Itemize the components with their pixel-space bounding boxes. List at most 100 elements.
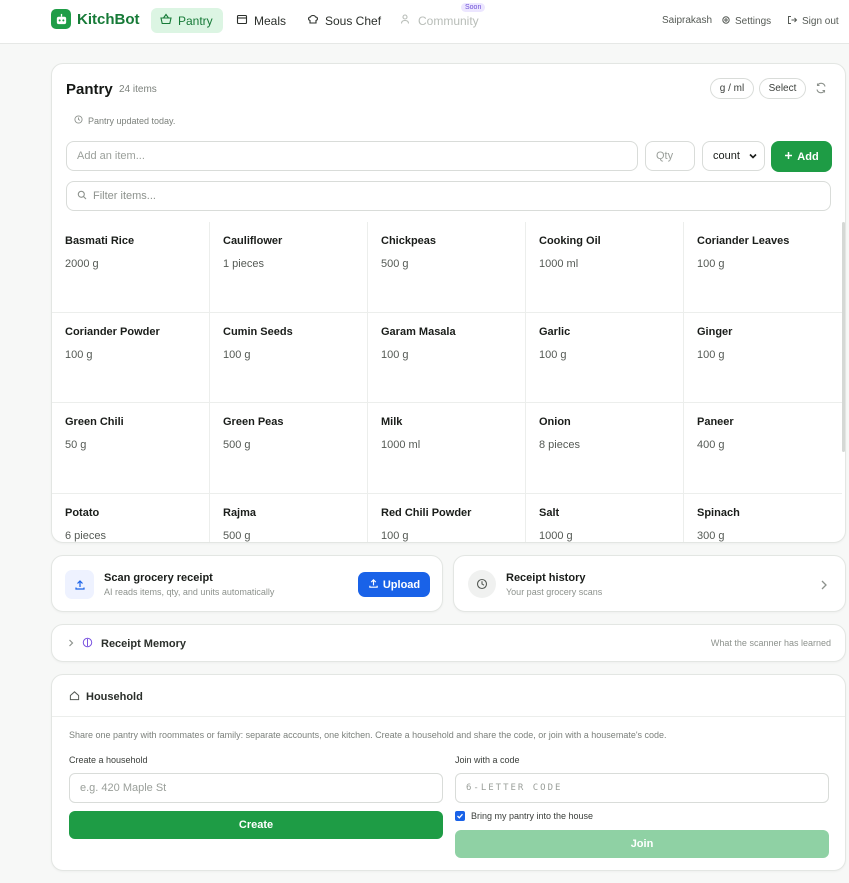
users-icon	[400, 13, 412, 28]
create-button[interactable]: Create	[69, 811, 443, 839]
pantry-item-name: Paneer	[697, 416, 734, 428]
pantry-item-name: Ginger	[697, 325, 733, 338]
pantry-item[interactable]: Onion 8 pieces	[526, 403, 684, 494]
select-button[interactable]: Select	[759, 78, 806, 99]
pantry-item-qty: 1000 g	[539, 529, 573, 542]
chef-hat-icon	[307, 13, 319, 28]
join-button[interactable]: Join	[455, 830, 829, 858]
updated-text: Pantry updated today.	[88, 115, 176, 126]
pantry-item[interactable]: Potato 6 pieces	[52, 493, 210, 542]
sign-out-link[interactable]: Sign out	[787, 15, 839, 28]
filter-placeholder: Filter items...	[93, 190, 156, 202]
join-code-input[interactable]: 6-LETTER CODE	[455, 773, 829, 803]
updated-status: Pantry updated today.	[74, 115, 175, 126]
pantry-title: Pantry	[66, 81, 113, 98]
tab-pantry-label: Pantry	[178, 13, 213, 28]
pantry-item[interactable]: Milk 1000 ml	[368, 403, 526, 494]
add-button-label: Add	[797, 150, 819, 163]
household-name-input[interactable]: e.g. 420 Maple St	[69, 773, 443, 803]
pantry-item-qty: 50 g	[65, 439, 87, 451]
calendar-icon	[236, 13, 248, 28]
receipt-memory-panel[interactable]: Receipt Memory What the scanner has lear…	[51, 624, 846, 662]
bring-pantry-label: Bring my pantry into the house	[471, 811, 594, 821]
receipt-history-card[interactable]: Receipt history Your past grocery scans	[453, 555, 846, 612]
add-button[interactable]: Add	[771, 141, 832, 172]
pantry-item-name: Rajma	[223, 506, 257, 519]
pantry-item[interactable]: Cooking Oil 1000 ml	[526, 222, 684, 313]
pantry-item-name: Onion	[539, 416, 571, 428]
pantry-item[interactable]: Garam Masala 100 g	[368, 312, 526, 403]
create-household-label: Create a household	[69, 755, 148, 765]
user-name[interactable]: Saiprakash	[662, 15, 712, 26]
pantry-item-qty: 100 g	[697, 258, 725, 270]
brain-icon	[82, 637, 93, 651]
pantry-item-qty: 100 g	[223, 348, 251, 361]
pantry-item[interactable]: Spinach 300 g	[684, 494, 842, 543]
refresh-icon[interactable]	[815, 81, 829, 95]
pantry-item-qty: 500 g	[223, 439, 251, 451]
pantry-item-qty: 500 g	[381, 258, 409, 270]
unit-select[interactable]: count	[702, 141, 765, 171]
pantry-item-qty: 1000 ml	[381, 439, 421, 451]
bring-pantry-row[interactable]: Bring my pantry into the house	[455, 811, 593, 821]
brand-logo[interactable]: KitchBot	[51, 9, 140, 29]
household-title: Household	[86, 691, 143, 703]
pantry-item-name: Red Chili Powder	[381, 506, 472, 519]
pantry-card: Pantry 24 items g / ml Select Pantry upd…	[51, 63, 846, 543]
pantry-item[interactable]: Green Chili 50 g	[52, 403, 210, 494]
pantry-item-name: Milk	[381, 416, 403, 428]
tab-meals-label: Meals	[254, 13, 287, 28]
pantry-item-name: Green Chili	[65, 416, 124, 428]
item-count: 24 items	[119, 84, 157, 95]
basket-icon	[160, 13, 172, 28]
settings-label: Settings	[735, 16, 772, 27]
tab-pantry[interactable]: Pantry	[151, 8, 223, 33]
pantry-item-qty: 500 g	[223, 529, 251, 542]
pantry-item[interactable]: Cauliflower 1 pieces	[210, 222, 368, 313]
pantry-item-name: Spinach	[697, 506, 740, 519]
plus-icon	[784, 151, 793, 163]
pantry-item[interactable]: Coriander Powder 100 g	[52, 312, 210, 403]
sign-out-label: Sign out	[802, 16, 839, 27]
bring-pantry-checkbox[interactable]	[455, 811, 465, 821]
search-icon	[77, 190, 87, 203]
tab-community-label: Community	[418, 13, 479, 28]
pantry-item[interactable]: Basmati Rice 2000 g	[52, 222, 210, 313]
brand-name: KitchBot	[77, 10, 140, 28]
grid-scrollbar[interactable]	[842, 222, 845, 452]
receipt-memory-hint: What the scanner has learned	[710, 638, 831, 648]
chevron-right-icon	[820, 578, 828, 596]
pantry-item[interactable]: Red Chili Powder 100 g	[368, 493, 526, 542]
pantry-item[interactable]: Chickpeas 500 g	[368, 222, 526, 313]
tab-community[interactable]: Community Soon	[391, 3, 488, 33]
history-subtitle: Your past grocery scans	[506, 587, 603, 597]
pantry-item-name: Cauliflower	[223, 235, 283, 247]
tab-sous-chef[interactable]: Sous Chef	[298, 8, 390, 33]
settings-link[interactable]: Settings	[721, 15, 771, 28]
soon-badge: Soon	[461, 3, 486, 12]
tab-meals[interactable]: Meals	[227, 8, 295, 33]
pantry-item-name: Potato	[65, 506, 100, 519]
filter-input[interactable]: Filter items...	[66, 181, 831, 211]
scan-subtitle: AI reads items, qty, and units automatic…	[104, 587, 275, 597]
pantry-item[interactable]: Garlic 100 g	[526, 312, 684, 403]
unit-toggle-button[interactable]: g / ml	[710, 78, 754, 99]
pantry-item[interactable]: Cumin Seeds 100 g	[210, 312, 368, 403]
pantry-item-qty: 400 g	[697, 439, 725, 451]
pantry-item[interactable]: Rajma 500 g	[210, 493, 368, 542]
pantry-item-name: Cumin Seeds	[223, 325, 293, 338]
pantry-item[interactable]: Coriander Leaves 100 g	[684, 222, 842, 313]
pantry-item-qty: 1000 ml	[539, 258, 579, 270]
pantry-item[interactable]: Ginger 100 g	[684, 313, 842, 403]
pantry-item[interactable]: Salt 1000 g	[526, 493, 684, 542]
unit-select-value: count	[713, 150, 740, 162]
divider	[52, 716, 845, 717]
qty-input[interactable]: Qty	[645, 141, 695, 171]
pantry-item[interactable]: Green Peas 500 g	[210, 403, 368, 494]
pantry-item[interactable]: Paneer 400 g	[684, 403, 842, 494]
chevron-down-icon	[748, 151, 758, 164]
gear-icon	[721, 15, 731, 28]
pantry-item-name: Green Peas	[223, 416, 284, 428]
add-item-input[interactable]: Add an item...	[66, 141, 638, 171]
upload-button[interactable]: Upload	[358, 572, 430, 597]
